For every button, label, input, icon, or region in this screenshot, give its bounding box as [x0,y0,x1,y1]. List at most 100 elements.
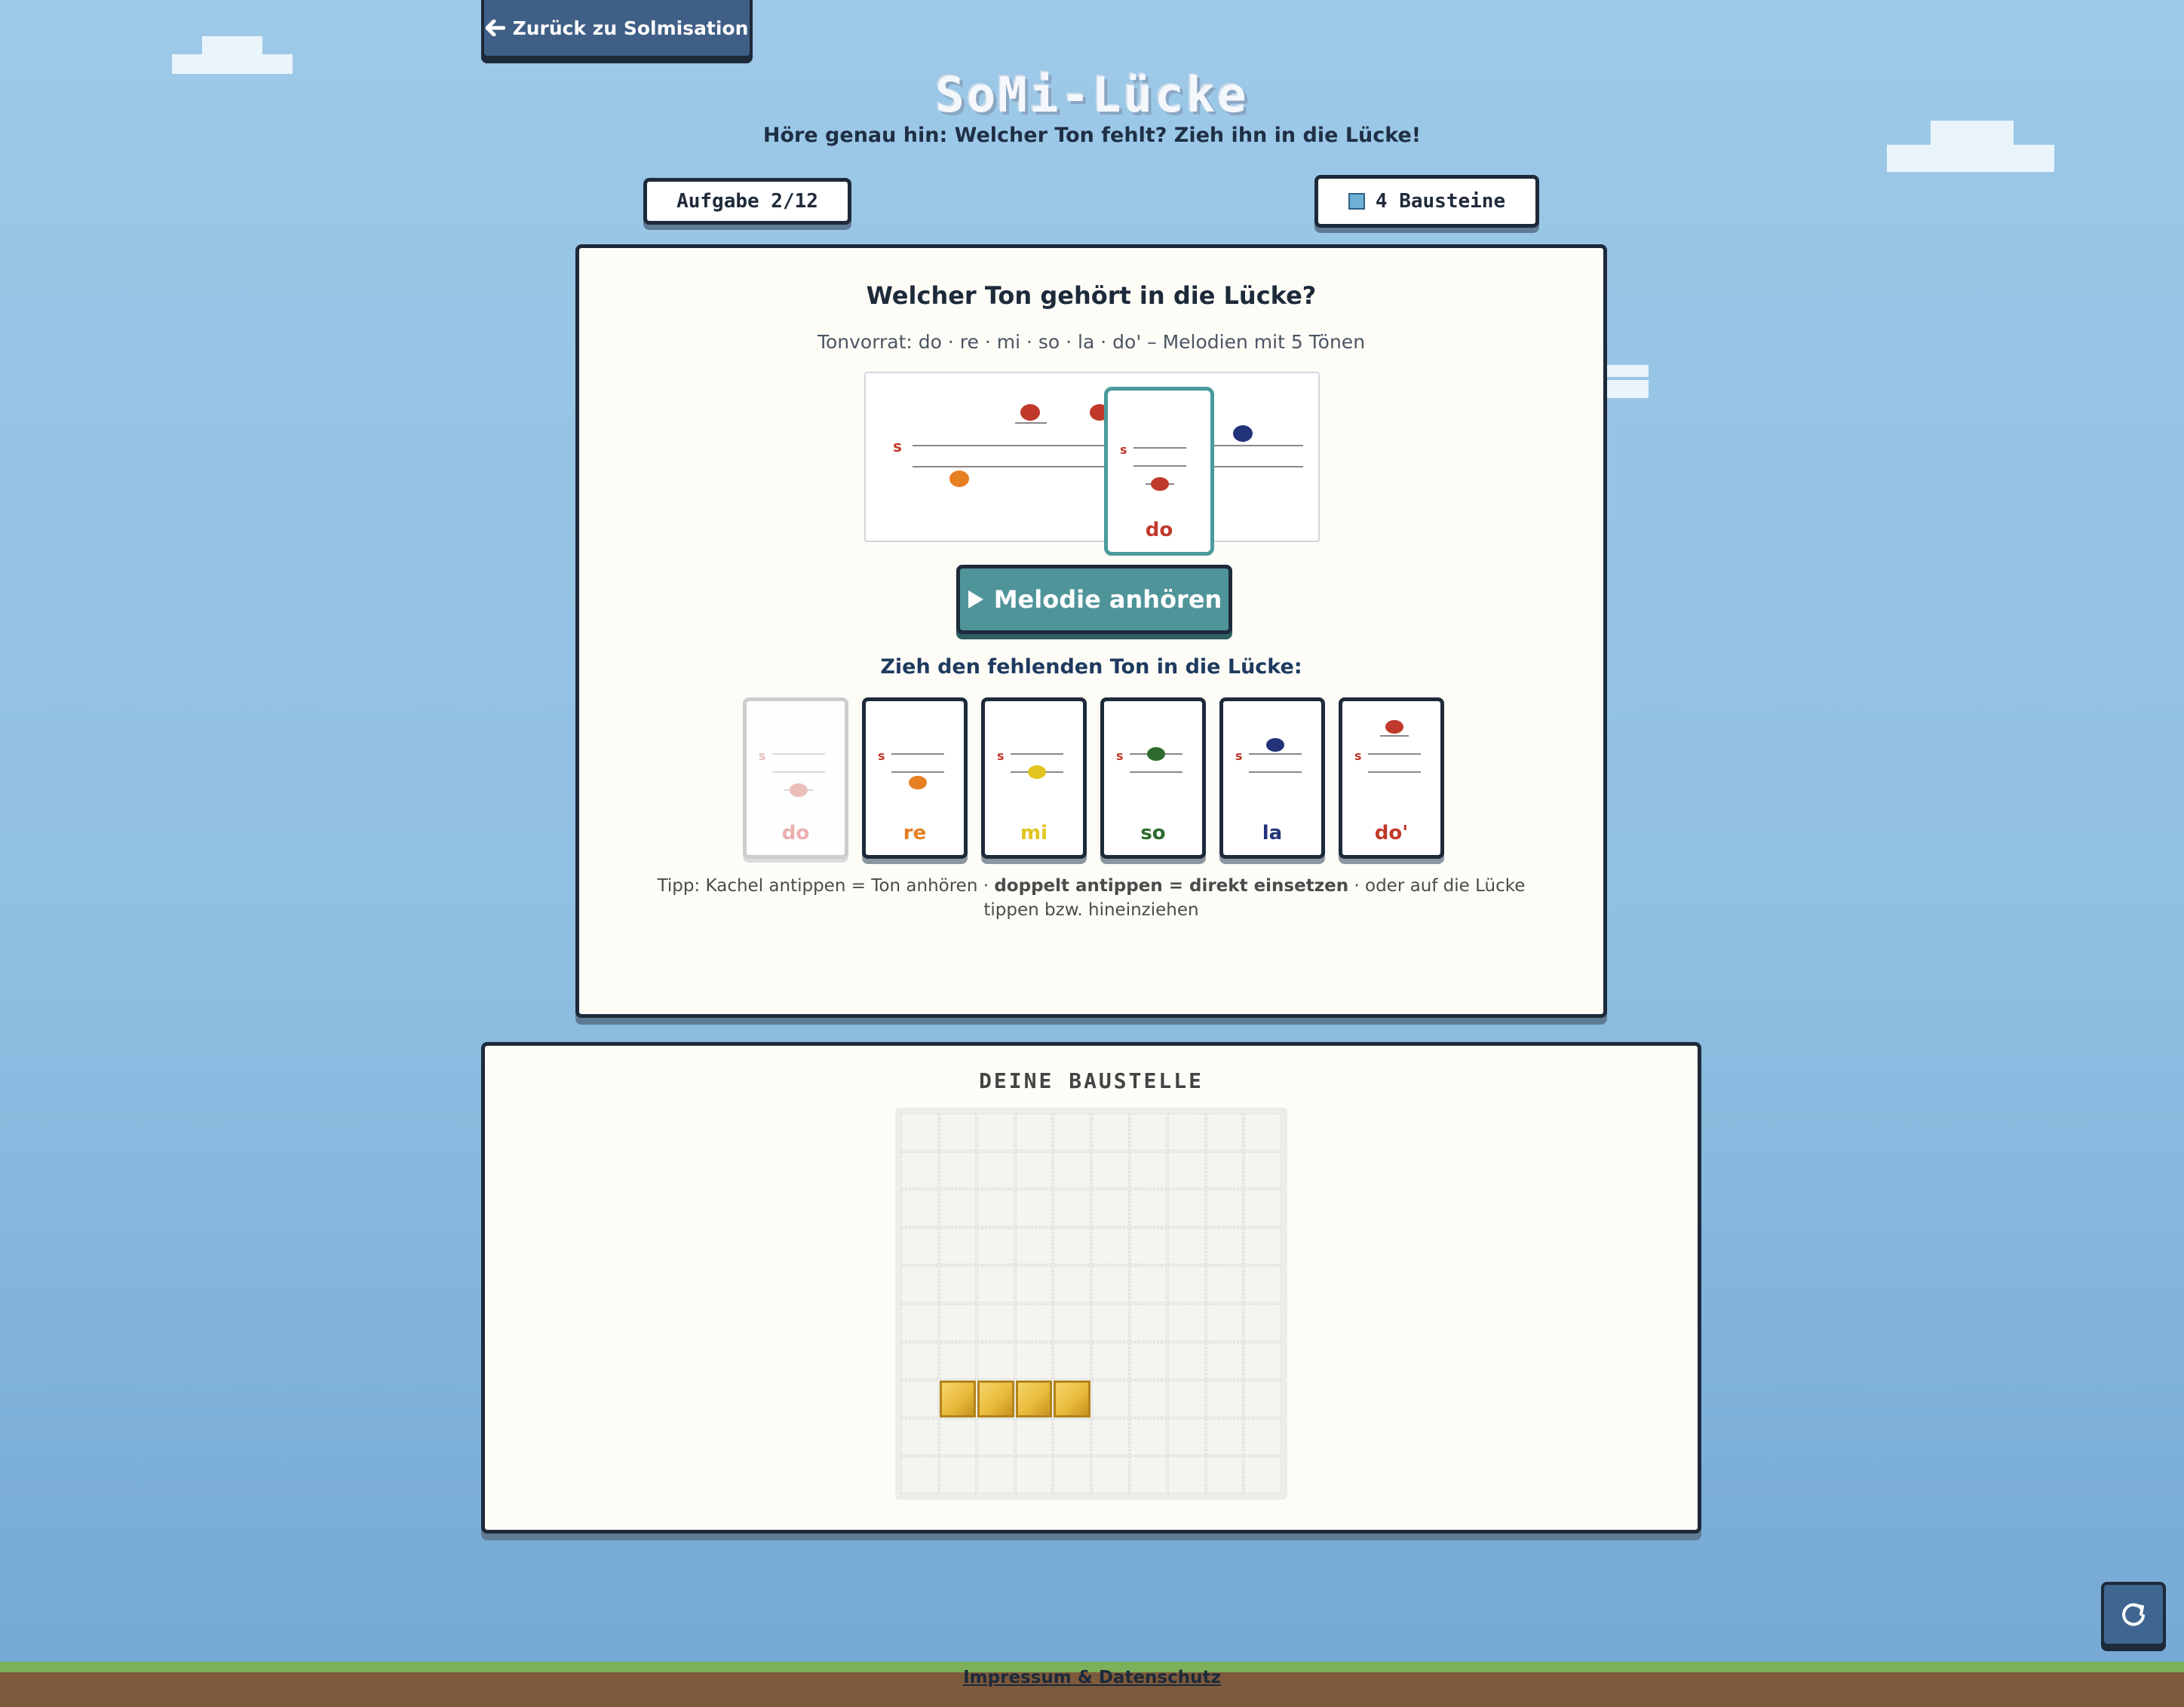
grid-cell[interactable] [977,1227,1014,1265]
grid-cell[interactable] [939,1114,977,1151]
grid-cell[interactable] [1130,1418,1167,1456]
grid-cell[interactable] [1244,1227,1281,1265]
grid-cell[interactable] [939,1342,977,1380]
grid-cell[interactable] [901,1304,938,1341]
grid-cell[interactable] [1091,1304,1129,1341]
grid-cell[interactable] [977,1266,1014,1303]
grid-cell[interactable] [1206,1266,1244,1303]
grid-cell[interactable] [901,1457,938,1494]
grid-cell[interactable] [1091,1266,1129,1303]
grid-cell[interactable] [1130,1151,1167,1189]
grid-cell[interactable] [1091,1381,1129,1417]
grid-cell[interactable] [1130,1457,1167,1494]
grid-cell[interactable] [1130,1114,1167,1151]
grid-cell[interactable] [1168,1381,1205,1417]
grid-cell[interactable] [1054,1190,1090,1227]
grid-cell[interactable] [1015,1114,1053,1151]
grid-cell[interactable] [1015,1227,1053,1265]
tone-tile-la[interactable]: s la [1219,697,1325,859]
grid-cell[interactable] [1054,1151,1090,1189]
grid-cell[interactable] [1168,1457,1205,1494]
placed-brick[interactable] [977,1381,1014,1417]
grid-cell[interactable] [977,1342,1014,1380]
tone-tile-mi[interactable]: s mi [981,697,1087,859]
grid-cell[interactable] [1054,1457,1090,1494]
grid-cell[interactable] [1015,1418,1053,1456]
tone-tile-do[interactable]: s do [743,697,848,859]
tone-tile-do-high[interactable]: s do' [1339,697,1444,859]
grid-cell[interactable] [1091,1457,1129,1494]
grid-cell[interactable] [1130,1304,1167,1341]
grid-cell[interactable] [1091,1151,1129,1189]
grid-cell[interactable] [1054,1418,1090,1456]
grid-cell[interactable] [1244,1190,1281,1227]
grid-cell[interactable] [1091,1227,1129,1265]
grid-cell[interactable] [1206,1151,1244,1189]
grid-cell[interactable] [939,1457,977,1494]
grid-cell[interactable] [1054,1342,1090,1380]
grid-cell[interactable] [977,1304,1014,1341]
grid-cell[interactable] [939,1151,977,1189]
reset-button[interactable] [2101,1582,2166,1647]
placed-brick[interactable] [1054,1381,1090,1417]
grid-cell[interactable] [1054,1266,1090,1303]
build-grid[interactable] [895,1108,1287,1500]
grid-cell[interactable] [901,1190,938,1227]
tone-tile-re[interactable]: s re [862,697,968,859]
placed-brick[interactable] [1015,1381,1053,1417]
grid-cell[interactable] [1244,1151,1281,1189]
grid-cell[interactable] [1168,1266,1205,1303]
grid-cell[interactable] [1015,1266,1053,1303]
grid-cell[interactable] [1168,1227,1205,1265]
grid-cell[interactable] [939,1266,977,1303]
grid-cell[interactable] [901,1418,938,1456]
grid-cell[interactable] [901,1227,938,1265]
grid-cell[interactable] [901,1342,938,1380]
grid-cell[interactable] [977,1457,1014,1494]
grid-cell[interactable] [1054,1227,1090,1265]
grid-cell[interactable] [1206,1304,1244,1341]
grid-cell[interactable] [1206,1342,1244,1380]
play-melody-button[interactable]: Melodie anhören [956,565,1232,634]
grid-cell[interactable] [901,1151,938,1189]
grid-cell[interactable] [1015,1190,1053,1227]
grid-cell[interactable] [939,1418,977,1456]
grid-cell[interactable] [1206,1190,1244,1227]
grid-cell[interactable] [1168,1151,1205,1189]
grid-cell[interactable] [1130,1227,1167,1265]
grid-cell[interactable] [1168,1304,1205,1341]
grid-cell[interactable] [1054,1304,1090,1341]
grid-cell[interactable] [1130,1342,1167,1380]
grid-cell[interactable] [1015,1151,1053,1189]
grid-cell[interactable] [1168,1418,1205,1456]
placed-brick[interactable] [939,1381,977,1417]
grid-cell[interactable] [1015,1304,1053,1341]
grid-cell[interactable] [1244,1266,1281,1303]
grid-cell[interactable] [901,1266,938,1303]
grid-cell[interactable] [1206,1227,1244,1265]
grid-cell[interactable] [1054,1114,1090,1151]
tone-tile-so[interactable]: s so [1100,697,1206,859]
grid-cell[interactable] [901,1114,938,1151]
grid-cell[interactable] [977,1151,1014,1189]
grid-cell[interactable] [1244,1457,1281,1494]
grid-cell[interactable] [939,1304,977,1341]
grid-cell[interactable] [1091,1114,1129,1151]
gap-drop-zone[interactable]: s do [1104,387,1214,556]
grid-cell[interactable] [1206,1457,1244,1494]
grid-cell[interactable] [1244,1304,1281,1341]
back-to-solmisation-button[interactable]: Zurück zu Solmisation [481,0,753,59]
grid-cell[interactable] [939,1227,977,1265]
grid-cell[interactable] [1244,1418,1281,1456]
grid-cell[interactable] [977,1418,1014,1456]
grid-cell[interactable] [1206,1418,1244,1456]
grid-cell[interactable] [1206,1114,1244,1151]
imprint-privacy-link[interactable]: Impressum & Datenschutz [0,1668,2184,1687]
grid-cell[interactable] [1130,1381,1167,1417]
grid-cell[interactable] [1015,1342,1053,1380]
grid-cell[interactable] [1091,1418,1129,1456]
grid-cell[interactable] [1091,1190,1129,1227]
grid-cell[interactable] [1244,1342,1281,1380]
grid-cell[interactable] [1130,1266,1167,1303]
grid-cell[interactable] [1244,1381,1281,1417]
